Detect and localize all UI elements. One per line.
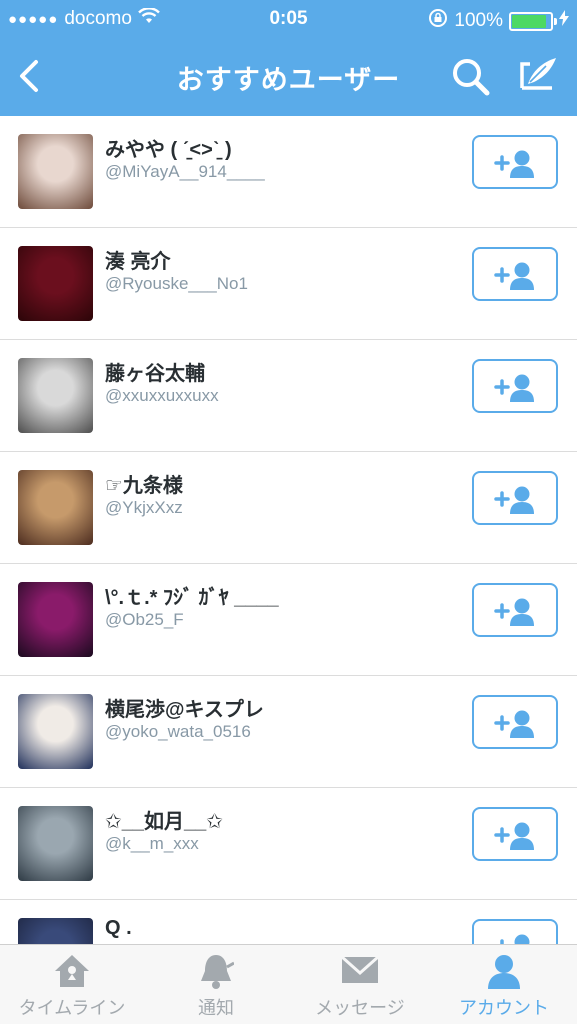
battery-percent: 100% bbox=[454, 10, 503, 31]
user-name: ✩__如月__✩ bbox=[105, 811, 224, 833]
user-name: \°.ｔ.* ﾌｼﾞ ｶﾞﾔ ____ bbox=[105, 587, 279, 609]
user-handle: @YkjxXxz bbox=[105, 498, 183, 517]
user-handle: @MiYayA__914____ bbox=[105, 162, 265, 181]
follow-button[interactable] bbox=[472, 695, 558, 749]
avatar[interactable] bbox=[18, 246, 93, 321]
add-user-icon bbox=[494, 710, 534, 738]
avatar[interactable] bbox=[18, 694, 93, 769]
list-item[interactable]: 藤ヶ谷太輔 @xxuxxuxxuxx bbox=[0, 340, 577, 452]
list-item[interactable]: ✩__如月__✩ @k__m_xxx bbox=[0, 788, 577, 900]
user-handle: @Ob25_F bbox=[105, 610, 184, 629]
tab-label: 通知 bbox=[198, 998, 234, 1018]
home-icon bbox=[55, 955, 89, 987]
avatar[interactable] bbox=[18, 918, 93, 944]
tab-label: メッセージ bbox=[315, 998, 405, 1018]
nav-bar: おすすめユーザー bbox=[0, 38, 577, 116]
search-icon bbox=[453, 59, 490, 96]
user-name: Q . bbox=[105, 917, 132, 939]
user-name: 湊 亮介 bbox=[105, 251, 171, 273]
list-item[interactable]: 横尾渉@キスプレ @yoko_wata_0516 bbox=[0, 676, 577, 788]
status-bar: ●●●●● docomo 0:05 100% bbox=[0, 0, 577, 38]
avatar[interactable] bbox=[18, 134, 93, 209]
user-handle: @yoko_wata_0516 bbox=[105, 722, 251, 741]
add-user-icon bbox=[500, 934, 530, 944]
status-right: 100% bbox=[428, 8, 569, 34]
user-name: 藤ヶ谷太輔 bbox=[105, 363, 205, 385]
compose-button[interactable] bbox=[516, 54, 560, 98]
bell-icon bbox=[201, 955, 234, 989]
tab-account[interactable]: アカウント bbox=[432, 945, 576, 1025]
battery-icon bbox=[509, 11, 557, 31]
tab-label: タイムライン bbox=[18, 998, 126, 1018]
user-handle: @xxuxxuxxuxx bbox=[105, 386, 219, 405]
person-icon bbox=[488, 955, 520, 989]
add-user-icon bbox=[494, 150, 534, 178]
tab-bar: タイムライン 通知 メッセージ アカウント bbox=[0, 944, 577, 1024]
search-button[interactable] bbox=[450, 56, 492, 98]
list-item[interactable]: みやや ( ˊ̱˂˃ˋ̱ ) @MiYayA__914____ bbox=[0, 116, 577, 228]
list-item[interactable]: ☞九条様 @YkjxXxz bbox=[0, 452, 577, 564]
avatar[interactable] bbox=[18, 358, 93, 433]
follow-button[interactable] bbox=[472, 471, 558, 525]
add-user-icon bbox=[494, 598, 534, 626]
avatar[interactable] bbox=[18, 806, 93, 881]
user-name: ☞九条様 bbox=[105, 475, 183, 497]
user-handle: @Ryouske___No1 bbox=[105, 274, 248, 293]
avatar[interactable] bbox=[18, 582, 93, 657]
tab-messages[interactable]: メッセージ bbox=[288, 945, 432, 1025]
add-user-icon bbox=[494, 822, 534, 850]
list-item[interactable]: 湊 亮介 @Ryouske___No1 bbox=[0, 228, 577, 340]
add-user-icon bbox=[494, 486, 534, 514]
user-list: みやや ( ˊ̱˂˃ˋ̱ ) @MiYayA__914____ 湊 亮介 @Ryous… bbox=[0, 116, 577, 944]
list-item[interactable]: Q . bbox=[0, 900, 577, 944]
header: ●●●●● docomo 0:05 100% おすすめユーザー bbox=[0, 0, 577, 116]
tab-timeline[interactable]: タイムライン bbox=[0, 945, 144, 1025]
follow-button[interactable] bbox=[472, 135, 558, 189]
follow-button[interactable] bbox=[472, 247, 558, 301]
tab-notifications[interactable]: 通知 bbox=[144, 945, 288, 1025]
user-name: みやや ( ˊ̱˂˃ˋ̱ ) bbox=[105, 139, 232, 161]
list-item[interactable]: \°.ｔ.* ﾌｼﾞ ｶﾞﾔ ____ @Ob25_F bbox=[0, 564, 577, 676]
rotation-lock-icon bbox=[428, 8, 448, 34]
user-name: 横尾渉@キスプレ bbox=[105, 699, 264, 721]
envelope-icon bbox=[341, 955, 379, 983]
user-handle: @k__m_xxx bbox=[105, 834, 199, 853]
add-user-icon bbox=[494, 262, 534, 290]
tab-label: アカウント bbox=[459, 998, 549, 1018]
follow-button[interactable] bbox=[472, 583, 558, 637]
follow-button[interactable] bbox=[472, 919, 558, 944]
follow-button[interactable] bbox=[472, 359, 558, 413]
follow-button[interactable] bbox=[472, 807, 558, 861]
add-user-icon bbox=[494, 374, 534, 402]
avatar[interactable] bbox=[18, 470, 93, 545]
compose-icon bbox=[520, 58, 556, 90]
charging-bolt-icon bbox=[559, 10, 569, 32]
